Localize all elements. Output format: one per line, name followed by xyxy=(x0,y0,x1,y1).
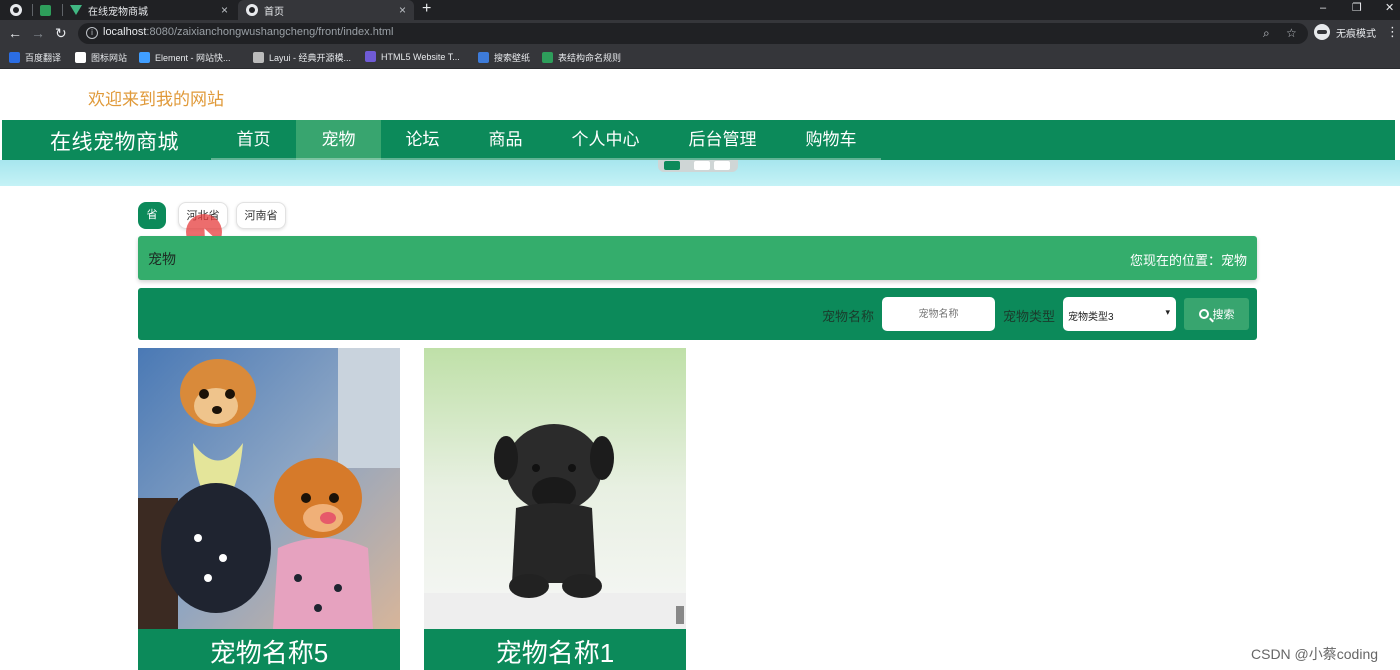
incognito-label: 无痕模式 xyxy=(1336,28,1376,40)
wallpaper-icon xyxy=(478,52,489,63)
pet-name-input[interactable] xyxy=(882,297,995,331)
pet-name[interactable]: 宠物名称5 xyxy=(138,629,400,670)
site-brand[interactable]: 在线宠物商城 xyxy=(50,126,179,156)
incognito-icon xyxy=(1314,24,1330,40)
zoom-icon[interactable]: ⌕ xyxy=(1263,26,1270,41)
back-icon[interactable]: ← xyxy=(8,25,22,41)
main-nav: 在线宠物商城 首页 宠物 论坛 商品 个人中心 后台管理 购物车 xyxy=(2,120,1395,160)
tab-home[interactable]: 首页 × xyxy=(238,0,414,20)
restore-icon[interactable]: ❐ xyxy=(1352,0,1362,16)
info-icon[interactable]: i xyxy=(86,27,98,39)
search-button-label: 搜索 xyxy=(1212,309,1235,321)
pet-image-pomeranians[interactable] xyxy=(138,348,400,629)
search-panel: 宠物名称 宠物类型 宠物类型3 ▾ 搜索 xyxy=(138,288,1257,340)
nav-item-home[interactable]: 首页 xyxy=(211,120,296,160)
bookmark-star-icon[interactable]: ☆ xyxy=(1286,26,1297,40)
layui-icon xyxy=(253,52,264,63)
bookmark-item[interactable]: 百度翻译 xyxy=(9,51,61,64)
carousel-dot[interactable] xyxy=(714,161,730,170)
tab-title: 在线宠物商城 xyxy=(88,6,148,18)
bookmark-item[interactable]: 搜索壁纸 xyxy=(478,51,530,64)
forward-icon[interactable]: → xyxy=(31,25,45,41)
globe-icon xyxy=(10,4,22,16)
search-button[interactable]: 搜索 xyxy=(1184,298,1249,330)
watermark-text: CSDN @小蔡coding xyxy=(1251,646,1379,662)
pet-type-value: 宠物类型3 xyxy=(1068,312,1114,323)
search-icon xyxy=(1198,309,1209,319)
incognito-indicator[interactable]: 无痕模式 xyxy=(1314,24,1376,40)
pet-photo xyxy=(424,348,686,629)
minimize-icon[interactable]: – xyxy=(1320,0,1326,16)
browser-menu-icon[interactable]: ⋮ xyxy=(1386,25,1399,39)
carousel-dot[interactable] xyxy=(664,161,680,170)
tab-separator xyxy=(32,4,33,16)
pet-card[interactable]: 宠物名称1 xyxy=(424,348,686,670)
pet-type-select[interactable]: 宠物类型3 ▾ xyxy=(1063,297,1176,331)
page-content: 欢迎来到我的网站 在线宠物商城 首页 宠物 论坛 商品 个人中心 后台管理 购物… xyxy=(0,70,1400,670)
current-location: 您现在的位置：宠物 xyxy=(1129,253,1247,268)
address-bar: ← → ↻ i localhost:8080/zaixianchongwusha… xyxy=(0,20,1400,47)
translate-icon xyxy=(9,52,20,63)
nav-item-goods[interactable]: 商品 xyxy=(464,120,547,160)
breadcrumb: 宠物 您现在的位置：宠物 xyxy=(138,236,1257,280)
flag-icon xyxy=(75,52,86,63)
html5-icon xyxy=(365,51,376,62)
bookmark-item[interactable]: HTML5 Website T... xyxy=(365,51,460,62)
pet-photo xyxy=(138,348,400,629)
url-input[interactable]: i localhost:8080/zaixianchongwushangchen… xyxy=(78,23,1308,44)
province-filter-henan[interactable]: 河南省 xyxy=(236,202,286,229)
nav-item-admin[interactable]: 后台管理 xyxy=(664,120,781,160)
nav-item-profile[interactable]: 个人中心 xyxy=(547,120,664,160)
globe-icon xyxy=(246,4,258,16)
new-tab-button[interactable]: + xyxy=(422,0,431,18)
tab-title: 首页 xyxy=(264,6,284,18)
url-text: localhost:8080/zaixianchongwushangcheng/… xyxy=(103,26,394,38)
nav-item-pets[interactable]: 宠物 xyxy=(296,120,381,160)
element-icon xyxy=(139,52,150,63)
nav-item-cart[interactable]: 购物车 xyxy=(781,120,881,160)
chevron-down-icon: ▾ xyxy=(1165,307,1170,317)
tab-pinned-1[interactable] xyxy=(10,0,32,20)
close-icon[interactable]: × xyxy=(221,3,228,17)
vue-icon xyxy=(70,5,82,15)
reload-icon[interactable]: ↻ xyxy=(55,25,67,41)
pet-name[interactable]: 宠物名称1 xyxy=(424,629,686,670)
pet-image-pug[interactable] xyxy=(424,348,686,629)
bookmarks-bar: 百度翻译 图标网站 Element - 网站快... Layui - 经典开源模… xyxy=(0,47,1400,69)
app-icon xyxy=(40,4,51,16)
window-close-icon[interactable]: ✕ xyxy=(1385,0,1394,16)
sheet-icon xyxy=(542,52,553,63)
welcome-text: 欢迎来到我的网站 xyxy=(88,90,224,109)
bookmark-item[interactable]: 图标网站 xyxy=(75,51,127,64)
bookmark-item[interactable]: Layui - 经典开源模... xyxy=(253,51,351,64)
carousel-dot[interactable] xyxy=(694,161,710,170)
tab-pinned-2[interactable] xyxy=(40,0,62,20)
bookmark-item[interactable]: Element - 网站快... xyxy=(139,51,231,64)
tab-separator xyxy=(62,4,63,16)
pet-name-label: 宠物名称 xyxy=(822,309,875,324)
nav-item-forum[interactable]: 论坛 xyxy=(381,120,464,160)
pet-type-label: 宠物类型 xyxy=(1003,309,1056,324)
section-title: 宠物 xyxy=(148,251,176,267)
province-filter-all[interactable]: 省 xyxy=(138,202,166,229)
carousel-indicators xyxy=(658,160,738,172)
browser-tab-bar: 在线宠物商城 × 首页 × + – ❐ ✕ xyxy=(0,0,1400,20)
close-icon[interactable]: × xyxy=(399,3,406,17)
pet-card[interactable]: 宠物名称5 xyxy=(138,348,400,670)
tab-pet-mall[interactable]: 在线宠物商城 × xyxy=(68,0,236,20)
bookmark-item[interactable]: 表结构命名规则 xyxy=(542,51,621,64)
